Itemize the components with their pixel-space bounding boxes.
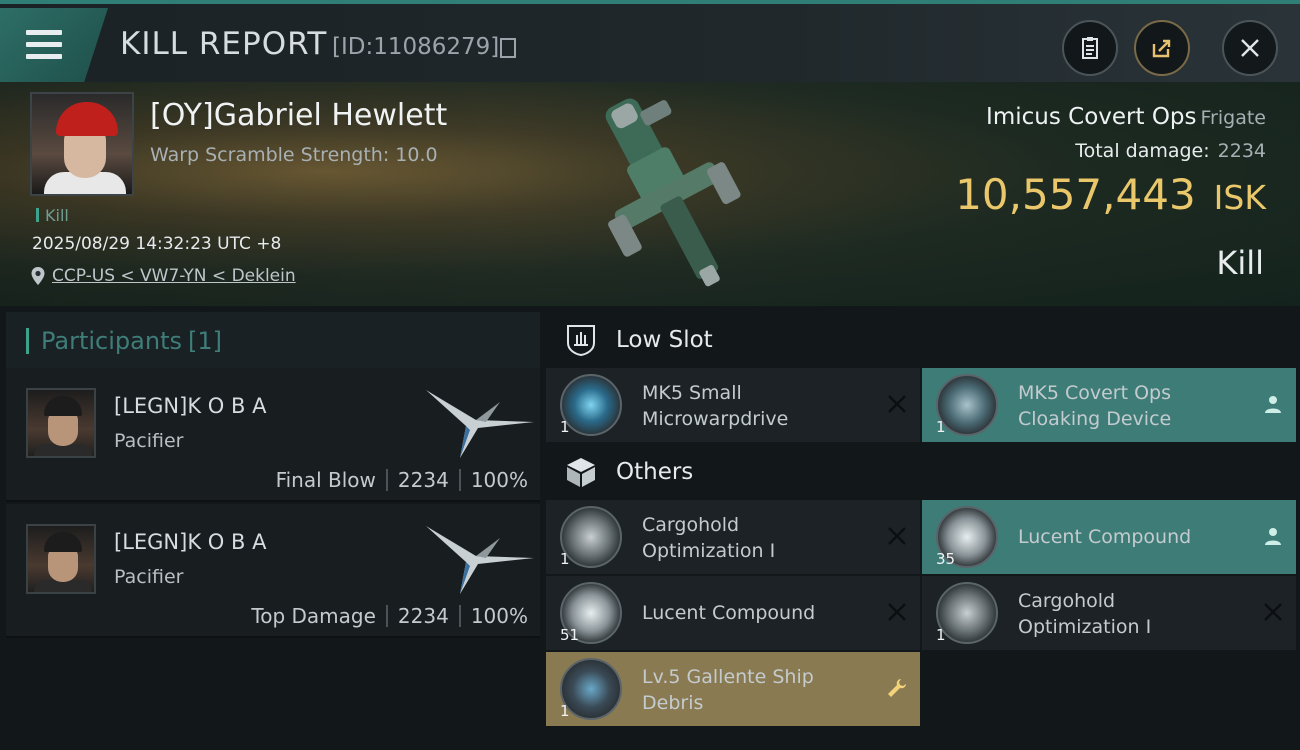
item-quantity: 1	[936, 626, 946, 644]
kill-timestamp: 2025/08/29 14:32:23 UTC +8	[32, 234, 282, 254]
item-name: MK5 Small Microwarpdrive	[642, 382, 789, 430]
item-name: Lv.5 Gallente Ship Debris	[642, 666, 814, 714]
item-slot[interactable]: 35 Lucent Compound	[922, 500, 1296, 574]
cargo-box-icon	[567, 458, 595, 487]
clipboard-icon	[1082, 37, 1098, 59]
participant-row[interactable]: [LEGN]K O B A Pacifier Final Blow 2234 1…	[6, 368, 540, 502]
item-quantity: 1	[560, 702, 570, 720]
isk-unit: ISK	[1213, 178, 1266, 217]
participant-row[interactable]: [LEGN]K O B A Pacifier Top Damage 2234 1…	[6, 504, 540, 638]
item-name: Cargohold Optimization I	[642, 514, 776, 562]
ship-class: Frigate	[1200, 107, 1266, 129]
victim-ship-render	[605, 98, 741, 287]
wrench-icon	[888, 679, 906, 697]
destroyed-x-icon	[888, 527, 906, 545]
item-slot[interactable]: 1 MK5 Covert Ops Cloaking Device	[922, 368, 1296, 442]
kill-id: [ID:11086279]	[332, 34, 500, 60]
participant-name: [LEGN]K O B A	[114, 530, 267, 554]
item-slot[interactable]: 1 Cargohold Optimization I	[546, 500, 920, 574]
item-name: MK5 Covert Ops Cloaking Device	[1018, 382, 1172, 430]
items-panel: Low Slot 1 MK5 Small Microwarpdrive 1 MK5…	[540, 306, 1300, 750]
isk-value: 10,557,443 ISK	[955, 170, 1266, 219]
victim-avatar[interactable]	[30, 92, 134, 196]
item-quantity: 1	[560, 418, 570, 436]
item-name: Lucent Compound	[642, 602, 816, 624]
victim-name[interactable]: [OY]Gabriel Hewlett	[150, 98, 447, 133]
others-title: Others	[616, 459, 694, 485]
kill-location[interactable]: CCP-US < VW7-YN < Deklein	[30, 266, 296, 286]
header-bar: KILL REPORT [ID:11086279]	[0, 0, 1300, 82]
item-quantity: 35	[936, 550, 956, 568]
low-slot-icon	[567, 325, 595, 357]
pacifier-ship-icon	[426, 390, 534, 458]
result-label: Kill	[1216, 244, 1264, 282]
warp-scramble-strength: Warp Scramble Strength: 10.0	[150, 144, 438, 166]
participant-damage: 2234	[397, 604, 449, 628]
item-slot[interactable]: 1 Lv.5 Gallente Ship Debris	[546, 652, 920, 726]
menu-tab[interactable]	[0, 8, 108, 82]
participants-panel: Participants [1] [LEGN]K O B A Pacifier …	[0, 306, 540, 750]
copy-icon[interactable]	[500, 38, 516, 58]
close-button[interactable]	[1222, 20, 1278, 76]
participant-name: [LEGN]K O B A	[114, 394, 267, 418]
dropped-person-icon	[1265, 528, 1281, 545]
destroyed-x-icon	[1264, 603, 1282, 621]
page-title: KILL REPORT	[120, 26, 328, 62]
participant-ship: Pacifier	[114, 566, 184, 588]
location-link[interactable]: CCP-US < VW7-YN < Deklein	[52, 266, 296, 286]
victim-ship-name[interactable]: Imicus Covert Ops Frigate	[986, 104, 1266, 130]
item-name: Cargohold Optimization I	[1018, 590, 1152, 638]
item-quantity: 1	[936, 418, 946, 436]
participant-percent: 100%	[470, 468, 528, 492]
low-slot-title: Low Slot	[616, 327, 713, 353]
participants-title: Participants	[41, 327, 182, 355]
item-name: Lucent Compound	[1018, 526, 1192, 548]
participant-damage: 2234	[397, 468, 449, 492]
participant-avatar[interactable]	[26, 524, 96, 594]
victim-banner: [OY]Gabriel Hewlett Warp Scramble Streng…	[0, 82, 1300, 306]
participant-role: Final Blow	[275, 468, 376, 492]
low-slot-header: Low Slot	[546, 308, 1300, 372]
total-damage: Total damage: 2234	[1075, 140, 1266, 162]
item-slot[interactable]: 1 MK5 Small Microwarpdrive	[546, 368, 920, 442]
participant-percent: 100%	[470, 604, 528, 628]
location-pin-icon	[31, 267, 45, 285]
ship-name-text: Imicus Covert Ops	[986, 104, 1197, 130]
participants-header: Participants [1]	[6, 312, 540, 370]
share-icon	[1152, 39, 1171, 58]
destroyed-x-icon	[888, 395, 906, 413]
item-quantity: 1	[560, 550, 570, 568]
participant-role: Top Damage	[251, 604, 376, 628]
item-quantity: 51	[560, 626, 580, 644]
participant-stats: Top Damage 2234 100%	[251, 604, 528, 628]
hamburger-menu-icon[interactable]	[26, 30, 62, 60]
share-button[interactable]	[1134, 20, 1190, 76]
item-slot[interactable]: 51 Lucent Compound	[546, 576, 920, 650]
participant-stats: Final Blow 2234 100%	[276, 468, 528, 492]
participant-ship: Pacifier	[114, 430, 184, 452]
isk-amount: 10,557,443	[955, 170, 1196, 219]
destroyed-x-icon	[888, 603, 906, 621]
item-slot[interactable]: 1 Cargohold Optimization I	[922, 576, 1296, 650]
pacifier-ship-icon	[426, 526, 534, 594]
participant-avatar[interactable]	[26, 388, 96, 458]
total-damage-value: 2234	[1217, 140, 1266, 162]
dropped-person-icon	[1265, 396, 1281, 413]
others-header: Others	[546, 440, 1300, 504]
total-damage-label: Total damage:	[1075, 140, 1210, 162]
close-icon	[1241, 39, 1259, 57]
participants-count: [1]	[187, 327, 222, 355]
clipboard-button[interactable]	[1062, 20, 1118, 76]
kill-tag: Kill	[36, 206, 69, 225]
